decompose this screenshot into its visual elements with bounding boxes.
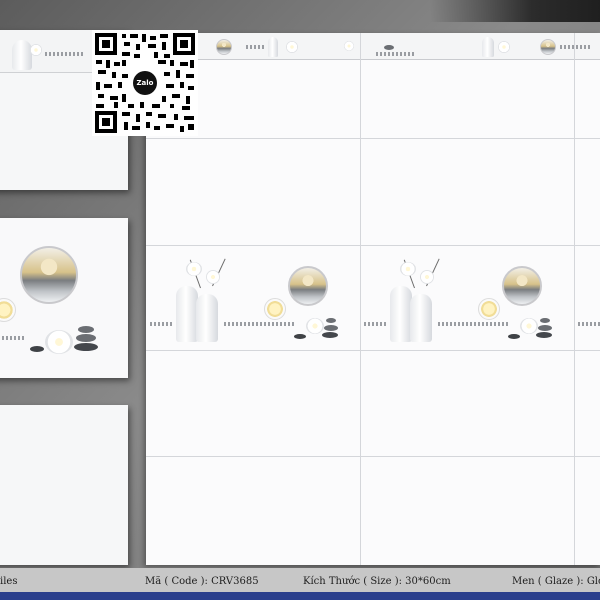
stone-decor [74,343,98,351]
flower-decor [286,41,298,53]
dot-pattern [560,45,590,49]
landscape-medallion [216,39,232,55]
landscape-medallion [502,266,542,306]
stone-decor [538,325,552,331]
dot-pattern [224,322,294,326]
sun-medallion [478,298,500,320]
grout-line [146,456,600,457]
flower-decor [186,262,202,276]
stone-decor [326,318,336,323]
dot-pattern [45,52,83,56]
dot-pattern [578,322,600,326]
flower-decor [400,262,416,276]
stone-decor [536,332,552,338]
flower-decor [30,44,42,56]
flower-decor [498,41,510,53]
brand-label: iles [0,576,18,587]
flower-decor [206,270,220,284]
flower-decor [45,330,73,354]
vase-decor [196,294,218,342]
decor-tile-row [146,248,600,348]
border-strip [146,33,600,60]
tile-size-label: Kích Thước ( Size ): 30*60cm [303,576,451,587]
dot-pattern [246,45,266,49]
product-code-label: Mã ( Code ): CRV3685 [145,576,259,587]
landscape-medallion [288,266,328,306]
stone-decor [30,346,44,352]
zalo-logo-icon: Zalo [133,71,157,95]
dot-pattern [0,336,26,340]
grout-line [146,350,600,351]
dot-pattern [150,322,174,326]
vase-decor [390,286,412,342]
stone-decor [294,334,306,339]
zalo-qr-code[interactable]: Zalo [92,30,198,136]
top-right-shadow [430,0,600,22]
vase-decor [268,37,278,57]
flower-decor [306,318,324,334]
glaze-label: Men ( Glaze ): Glo [512,576,600,587]
stone-decor [76,334,96,342]
stone-decor [324,325,338,331]
flower-decor [420,270,434,284]
landscape-medallion [540,39,556,55]
vase-decor [482,37,494,57]
vase-decor [410,294,432,342]
dot-pattern [438,322,508,326]
stone-decor [78,326,94,333]
flower-decor [520,318,538,334]
landscape-medallion [20,246,78,304]
grout-line [146,245,600,246]
sample-tile-plain [0,405,128,565]
stone-decor [384,45,394,50]
vase-decor [176,286,198,342]
grout-line [146,138,600,139]
stone-decor [540,318,550,323]
dot-pattern [376,52,416,56]
sun-medallion [264,298,286,320]
sun-medallion [0,298,16,322]
sample-tile-decor [0,218,128,378]
wall-mockup [146,33,600,565]
stone-decor [322,332,338,338]
dot-pattern [364,322,388,326]
accent-strip [0,592,600,600]
stone-decor [508,334,520,339]
vase-decor [12,40,32,70]
flower-decor [344,41,354,51]
